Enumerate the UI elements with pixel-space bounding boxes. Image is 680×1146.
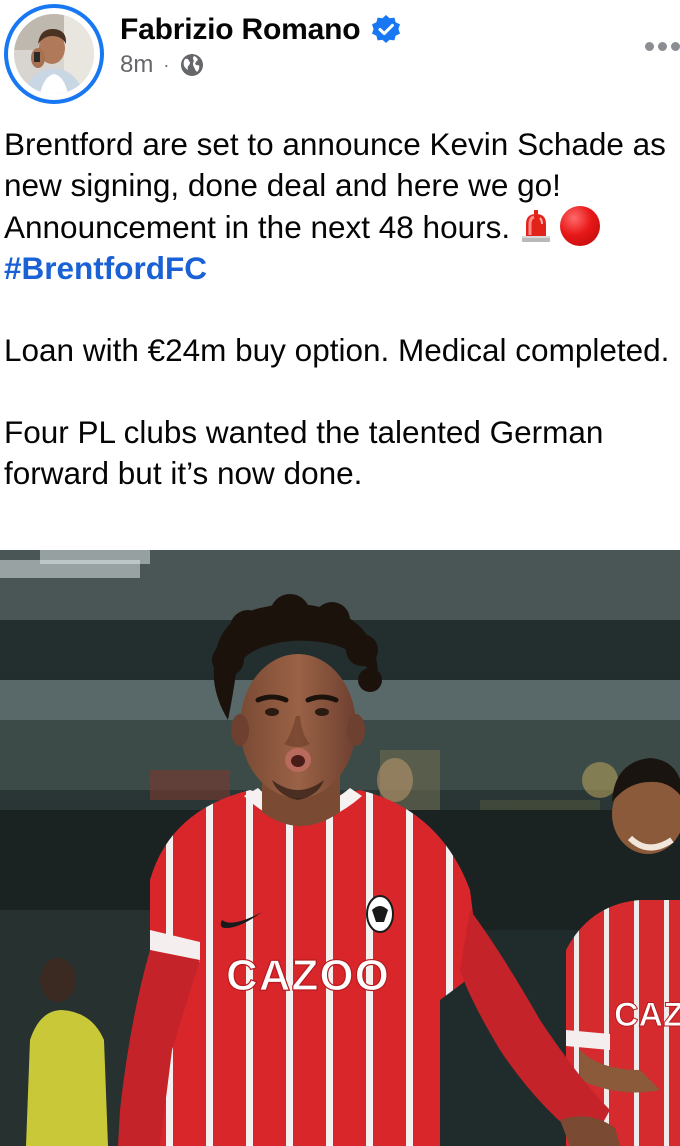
author-row: Fabrizio Romano [120, 10, 402, 50]
more-options-button[interactable] [636, 34, 680, 58]
more-horizontal-icon [645, 41, 654, 51]
hashtag-link[interactable]: #BrentfordFC [4, 250, 207, 286]
post-paragraph-1: Brentford are set to announce Kevin Scha… [4, 124, 674, 248]
post-meta: 8m · [120, 50, 205, 80]
sponsor-text-right: CAZ [614, 996, 680, 1034]
post-paragraph-3: Four PL clubs wanted the talented German… [4, 414, 604, 491]
verified-badge-icon [370, 14, 402, 46]
facebook-post: Fabrizio Romano 8m · Brentford are set t… [0, 0, 680, 1146]
post-paragraph-2: Loan with €24m buy option. Medical compl… [4, 332, 670, 368]
post-header: Fabrizio Romano 8m · [0, 0, 680, 118]
globe-icon[interactable] [179, 52, 205, 78]
profile-avatar[interactable] [4, 4, 104, 104]
post-photo[interactable]: CAZ CAZOO [0, 550, 680, 1146]
post-hashtag-line: #BrentfordFC [4, 248, 674, 289]
more-horizontal-icon-dot [658, 41, 667, 51]
author-name[interactable]: Fabrizio Romano [120, 13, 361, 47]
post-text: Brentford are set to announce Kevin Scha… [4, 124, 674, 494]
avatar-image [14, 14, 94, 94]
siren-icon [518, 208, 554, 244]
red-circle-icon [560, 206, 601, 246]
post-timestamp[interactable]: 8m [120, 51, 153, 79]
more-horizontal-icon-dot [671, 41, 680, 51]
sponsor-text-main: CAZOO [226, 951, 390, 1000]
meta-separator: · [163, 54, 170, 75]
